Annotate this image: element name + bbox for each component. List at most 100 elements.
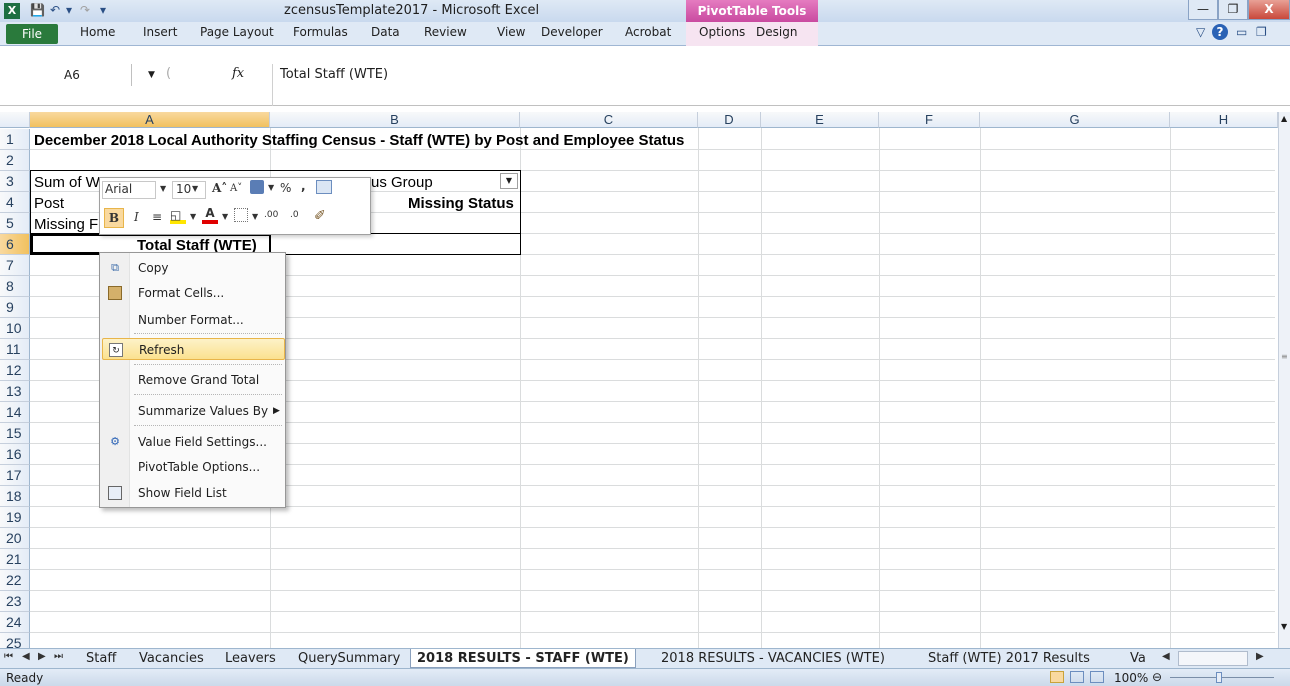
shrink-font-icon[interactable]: A˅	[230, 183, 242, 194]
row-header-10[interactable]: 10	[0, 318, 30, 339]
hscroll-left-icon[interactable]: ◀	[1162, 651, 1170, 662]
vertical-scrollbar[interactable]: ▲ ≡ ▼	[1278, 112, 1290, 648]
borders-icon[interactable]	[234, 208, 248, 222]
fill-color-icon[interactable]: ◱	[170, 208, 186, 224]
column-header-c[interactable]: C	[520, 112, 698, 128]
tab-review[interactable]: Review	[424, 25, 467, 39]
row-header-1[interactable]: 1	[0, 129, 30, 150]
tab-acrobat[interactable]: Acrobat	[625, 25, 671, 39]
sheet-tab-querysummary[interactable]: QuerySummary	[298, 649, 400, 668]
help-icon[interactable]: ?	[1212, 24, 1228, 40]
comma-style-icon[interactable]: ,	[301, 179, 306, 193]
column-header-b[interactable]: B	[270, 112, 520, 128]
scroll-down-icon[interactable]: ▼	[1281, 622, 1287, 631]
column-header-d[interactable]: D	[698, 112, 761, 128]
zoom-slider-thumb[interactable]	[1216, 672, 1222, 683]
tab-developer[interactable]: Developer	[541, 25, 603, 39]
row-header-23[interactable]: 23	[0, 591, 30, 612]
tab-file[interactable]: File	[6, 24, 58, 44]
cell-a5[interactable]: Missing F	[34, 215, 98, 235]
sheet-tab-2018-results-vacancies[interactable]: 2018 RESULTS - VACANCIES (WTE)	[661, 649, 885, 668]
cell-a3[interactable]: Sum of W	[34, 173, 100, 193]
select-all-corner[interactable]	[0, 112, 30, 128]
style-dropdown-icon[interactable]: ▼	[268, 183, 274, 192]
row-header-9[interactable]: 9	[0, 297, 30, 318]
row-header-17[interactable]: 17	[0, 465, 30, 486]
menu-item-number-format[interactable]: Number Format...	[102, 309, 285, 331]
tab-design[interactable]: Design	[756, 25, 797, 39]
column-labels-filter-icon[interactable]: ▼	[500, 173, 518, 189]
workbook-minimize-icon[interactable]: ▭	[1236, 25, 1247, 39]
cell-a1-title[interactable]: December 2018 Local Authority Staffing C…	[34, 131, 684, 151]
font-size-dropdown-icon[interactable]: ▼	[192, 184, 198, 193]
first-sheet-icon[interactable]: ⏮	[4, 651, 13, 662]
tab-home[interactable]: Home	[80, 25, 115, 39]
scroll-up-icon[interactable]: ▲	[1281, 114, 1287, 123]
redo-icon[interactable]: ↷	[80, 3, 90, 17]
row-header-4[interactable]: 4	[0, 192, 30, 213]
menu-item-show-field-list[interactable]: Show Field List	[102, 482, 285, 504]
format-painter-icon[interactable]: ✐	[314, 208, 326, 224]
workbook-restore-icon[interactable]: ❐	[1256, 25, 1267, 39]
row-header-3[interactable]: 3	[0, 171, 30, 192]
row-header-21[interactable]: 21	[0, 549, 30, 570]
horizontal-scrollbar[interactable]	[1178, 651, 1248, 666]
undo-dropdown-icon[interactable]: ▾	[66, 3, 72, 17]
prev-sheet-icon[interactable]: ◀	[22, 651, 30, 662]
insert-function-icon[interactable]: fx	[232, 66, 244, 81]
column-header-g[interactable]: G	[980, 112, 1170, 128]
sheet-tab-vacancies[interactable]: Vacancies	[139, 649, 204, 668]
tab-options[interactable]: Options	[699, 25, 745, 39]
tab-view[interactable]: View	[497, 25, 525, 39]
menu-item-summarize-values-by[interactable]: Summarize Values By ▶	[102, 400, 285, 422]
increase-decimal-icon[interactable]: .00	[264, 210, 278, 220]
row-header-8[interactable]: 8	[0, 276, 30, 297]
scroll-thumb-grip-icon[interactable]: ≡	[1281, 352, 1288, 361]
font-size-box[interactable]: 10	[172, 181, 206, 199]
undo-icon[interactable]: ↶	[50, 3, 60, 17]
row-header-25[interactable]: 25	[0, 633, 30, 649]
borders-dropdown-icon[interactable]: ▼	[252, 212, 258, 221]
zoom-level[interactable]: 100%	[1114, 671, 1148, 685]
bold-button[interactable]: B	[104, 208, 124, 228]
sheet-tab-leavers[interactable]: Leavers	[225, 649, 276, 668]
restore-button[interactable]: ❐	[1218, 0, 1248, 20]
minimize-button[interactable]: —	[1188, 0, 1218, 20]
menu-item-refresh[interactable]: ↻ Refresh	[102, 338, 285, 360]
save-icon[interactable]: 💾	[30, 3, 45, 17]
row-header-14[interactable]: 14	[0, 402, 30, 423]
menu-item-pivottable-options[interactable]: PivotTable Options...	[102, 456, 285, 478]
zoom-slider-track[interactable]	[1170, 677, 1274, 678]
column-header-f[interactable]: F	[879, 112, 980, 128]
fill-color-dropdown-icon[interactable]: ▼	[190, 212, 196, 221]
sheet-tab-truncated[interactable]: Va	[1130, 649, 1146, 668]
tab-data[interactable]: Data	[371, 25, 400, 39]
tab-insert[interactable]: Insert	[143, 25, 177, 39]
format-painter-style-icon[interactable]	[250, 180, 264, 194]
row-header-15[interactable]: 15	[0, 423, 30, 444]
zoom-out-icon[interactable]: ⊖	[1152, 670, 1162, 684]
row-header-24[interactable]: 24	[0, 612, 30, 633]
grow-font-icon[interactable]: A˄	[212, 181, 227, 195]
tab-formulas[interactable]: Formulas	[293, 25, 348, 39]
menu-item-remove-grand-total[interactable]: Remove Grand Total	[102, 369, 285, 391]
row-header-18[interactable]: 18	[0, 486, 30, 507]
menu-item-value-field-settings[interactable]: ⚙ Value Field Settings...	[102, 431, 285, 453]
menu-item-format-cells[interactable]: Format Cells...	[102, 282, 285, 304]
sheet-tab-2018-results-staff[interactable]: 2018 RESULTS - STAFF (WTE)	[410, 649, 636, 668]
row-header-19[interactable]: 19	[0, 507, 30, 528]
font-name-dropdown-icon[interactable]: ▼	[160, 184, 166, 193]
customize-quick-access-icon[interactable]: ▾	[100, 3, 106, 17]
merge-center-icon[interactable]	[316, 180, 332, 194]
row-header-11[interactable]: 11	[0, 339, 30, 360]
cell-c4[interactable]: Missing Status	[408, 194, 514, 214]
row-header-12[interactable]: 12	[0, 360, 30, 381]
font-color-dropdown-icon[interactable]: ▼	[222, 212, 228, 221]
menu-item-copy[interactable]: ⧉ Copy	[102, 257, 285, 279]
row-header-7[interactable]: 7	[0, 255, 30, 276]
minimize-ribbon-icon[interactable]: ▽	[1196, 25, 1205, 39]
center-align-icon[interactable]: ≡	[152, 210, 162, 224]
row-header-16[interactable]: 16	[0, 444, 30, 465]
tab-page-layout[interactable]: Page Layout	[200, 25, 274, 39]
font-color-icon[interactable]: A	[202, 206, 218, 224]
